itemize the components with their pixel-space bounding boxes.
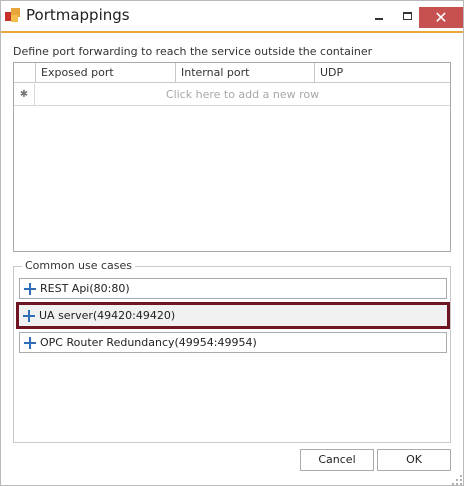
title-bar[interactable]: Portmappings ✕ bbox=[1, 1, 463, 31]
plus-icon bbox=[24, 282, 36, 295]
column-header-udp[interactable]: UDP bbox=[314, 63, 450, 83]
cancel-button[interactable]: Cancel bbox=[300, 449, 374, 471]
group-title: Common use cases bbox=[22, 259, 136, 272]
window-title: Portmappings bbox=[26, 6, 130, 24]
portmapping-grid[interactable]: Exposed port Internal port UDP ✱ Click h… bbox=[13, 62, 451, 252]
title-accent-line bbox=[1, 31, 463, 33]
grid-header: Exposed port Internal port UDP bbox=[14, 63, 450, 83]
case-label: UA server(49420:49420) bbox=[39, 309, 176, 322]
description-label: Define port forwarding to reach the serv… bbox=[13, 45, 373, 58]
case-label: REST Api(80:80) bbox=[40, 282, 130, 295]
case-label: OPC Router Redundancy(49954:49954) bbox=[40, 336, 257, 349]
plus-icon bbox=[23, 309, 35, 322]
new-row[interactable]: ✱ Click here to add a new row bbox=[14, 84, 450, 106]
minimize-icon bbox=[375, 18, 383, 20]
new-row-asterisk-icon: ✱ bbox=[14, 84, 35, 105]
rest-api-button[interactable]: REST Api(80:80) bbox=[19, 278, 447, 299]
new-row-hint[interactable]: Click here to add a new row bbox=[35, 84, 450, 105]
resize-grip-icon[interactable] bbox=[452, 475, 462, 485]
opc-router-redundancy-button[interactable]: OPC Router Redundancy(49954:49954) bbox=[19, 332, 447, 353]
column-header-internal-port[interactable]: Internal port bbox=[175, 63, 314, 83]
column-header-exposed-port[interactable]: Exposed port bbox=[35, 63, 175, 83]
grid-header-corner bbox=[14, 63, 35, 83]
close-button[interactable]: ✕ bbox=[419, 7, 463, 28]
ua-server-button[interactable]: UA server(49420:49420) bbox=[16, 302, 450, 329]
ok-button[interactable]: OK bbox=[377, 449, 451, 471]
app-logo-icon bbox=[5, 8, 21, 24]
common-use-cases-group: Common use cases REST Api(80:80) UA serv… bbox=[13, 259, 451, 443]
maximize-icon bbox=[402, 12, 412, 20]
portmappings-dialog: Portmappings ✕ Define port forwarding to… bbox=[0, 0, 464, 486]
plus-icon bbox=[24, 336, 36, 349]
close-icon: ✕ bbox=[434, 7, 448, 27]
